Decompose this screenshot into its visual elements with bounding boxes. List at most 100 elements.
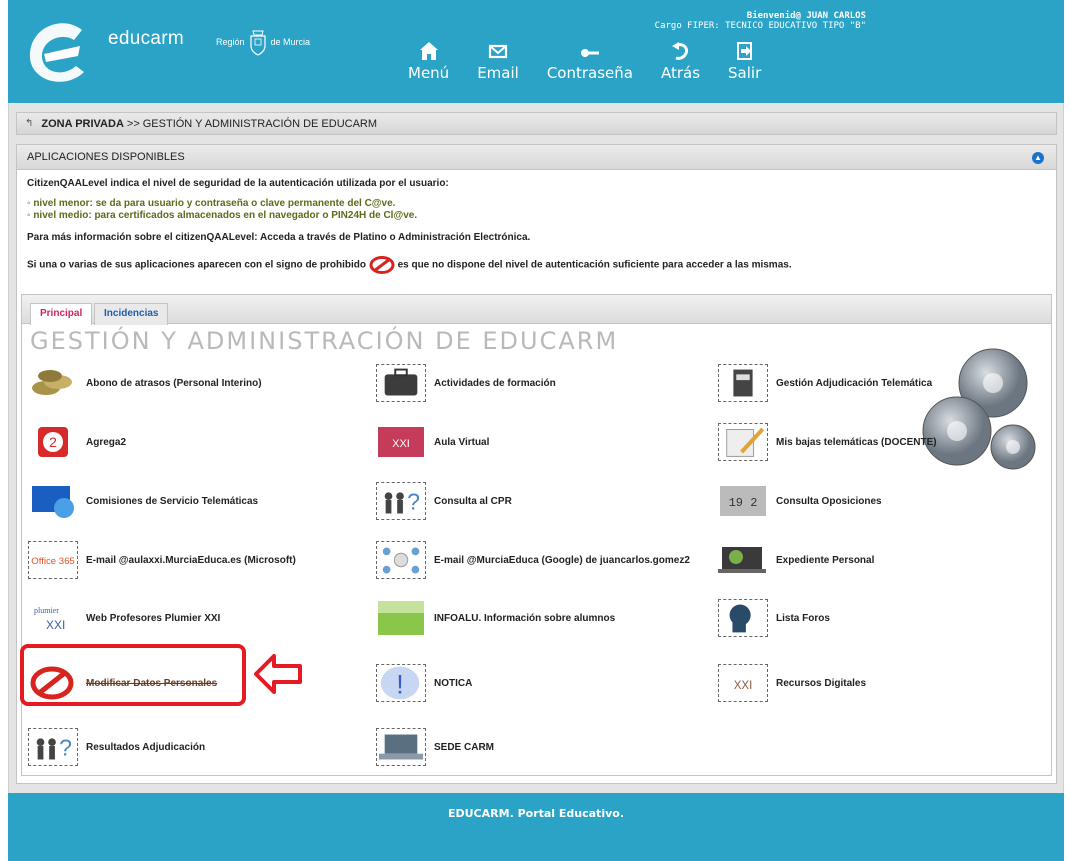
breadcrumb-back-icon[interactable]: ↰ (25, 118, 33, 129)
nav-menu-label: Menú (408, 64, 450, 82)
people-question-icon: ? (376, 482, 426, 520)
pencil-notes-icon (718, 423, 768, 461)
app-label: Recursos Digitales (776, 677, 867, 689)
breadcrumb-root[interactable]: ZONA PRIVADA (41, 118, 124, 130)
app-item[interactable]: Lista Foros (718, 598, 830, 638)
welcome-box: Bienvenid@ JUAN CARLOS Cargo FIPER: TECN… (655, 11, 866, 31)
app-item[interactable]: Comisiones de Servicio Telemáticas (28, 481, 258, 521)
app-item[interactable]: Abono de atrasos (Personal Interino) (28, 363, 262, 403)
grass-icon (376, 599, 426, 637)
app-item[interactable]: ? Consulta al CPR (376, 481, 512, 521)
agrega2-icon: 2 (28, 423, 78, 461)
svg-text:XXI: XXI (734, 680, 753, 692)
svg-text:Office 365: Office 365 (31, 556, 75, 567)
user-role: Cargo FIPER: TECNICO EDUCATIVO TIPO "B" (654, 21, 866, 31)
gears-icon (922, 348, 1036, 470)
app-item[interactable]: Mis bajas telemáticas (DOCENTE) (718, 422, 937, 462)
prohibited-icon (369, 256, 395, 274)
document-icon (718, 364, 768, 402)
nav-email-button[interactable]: Email (477, 40, 519, 92)
app-item[interactable]: ! NOTICA (376, 663, 472, 703)
app-item[interactable]: E-mail @MurciaEduca (Google) de juancarl… (376, 540, 690, 580)
logout-icon (736, 42, 752, 60)
app-item[interactable]: XXI Recursos Digitales (718, 663, 866, 703)
app-item[interactable]: SEDE CARM (376, 727, 494, 767)
app-label: Consulta al CPR (434, 495, 512, 507)
app-item[interactable]: Office 365 E-mail @aulaxxi.MurciaEduca.es… (28, 540, 296, 580)
plumier-icon: plumier XXI (28, 599, 78, 637)
region-left-text: Región (216, 37, 245, 47)
app-label: INFOALU. Información sobre alumnos (434, 612, 616, 624)
nav-back-button[interactable]: Atrás (661, 40, 700, 92)
header: educarm Región de Murcia Bienvenid@ JUAN… (8, 0, 1064, 103)
app-label: Comisiones de Servicio Telemáticas (86, 495, 259, 507)
app-item[interactable]: plumier XXI Web Profesores Plumier XXI (28, 598, 220, 638)
app-label: Gestión Adjudicación Telemática (776, 377, 933, 389)
region-right-text: de Murcia (270, 37, 311, 47)
app-label: Abono de atrasos (Personal Interino) (86, 377, 262, 389)
app-item[interactable]: Actividades de formación (376, 363, 556, 403)
people-question-icon: ? (28, 728, 78, 766)
briefcase-icon (376, 364, 426, 402)
exclamation-icon: ! (376, 664, 426, 702)
nav-password-label: Contraseña (546, 64, 633, 82)
info-line-1: CitizenQAALevel indica el nivel de segur… (27, 178, 449, 189)
svg-text:19 2: 19 2 (729, 496, 758, 510)
info-bullet-2: ◦ nivel medio: para certificados almacen… (27, 210, 418, 221)
nav-password-button[interactable]: Contraseña (547, 40, 633, 92)
region-logo: Región de Murcia (216, 28, 310, 56)
head-profile-icon (718, 599, 768, 637)
section-title: GESTIÓN Y ADMINISTRACIÓN DE EDUCARM (30, 327, 619, 355)
app-label: Aula Virtual (434, 436, 490, 448)
app-label: Actividades de formación (434, 377, 556, 389)
top-nav: Menú Email Contraseña Atrás Salir (408, 40, 789, 92)
tab-incidencias[interactable]: Incidencias (94, 303, 169, 325)
footer: EDUCARM. Portal Educativo. (8, 793, 1064, 861)
app-label: E-mail @aulaxxi.MurciaEduca.es (Microsof… (86, 554, 296, 566)
nav-menu-button[interactable]: Menú (408, 40, 449, 92)
app-label: Lista Foros (776, 612, 830, 624)
app-label: Expediente Personal (776, 554, 875, 566)
app-label: Resultados Adjudicación (86, 741, 206, 753)
nav-logout-label: Salir (728, 64, 762, 82)
app-item[interactable]: Expediente Personal (718, 540, 874, 580)
laptop-person-icon (718, 541, 768, 579)
nav-back-label: Atrás (660, 64, 701, 82)
tab-strip: Principal Incidencias (22, 295, 1051, 325)
aula-virtual-icon: XXI (376, 423, 426, 461)
info-line-2: Para más información sobre el citizenQAA… (27, 232, 531, 243)
sede-laptop-icon (376, 728, 426, 766)
collapse-icon[interactable]: ▲ (1032, 152, 1044, 164)
info-line-3a: Si una o varias de sus aplicaciones apar… (27, 259, 366, 271)
breadcrumb: ↰ ZONA PRIVADA >> GESTIÓN Y ADMINISTRACI… (16, 112, 1057, 135)
app-label: SEDE CARM (434, 741, 495, 753)
app-item[interactable]: 19 2 Consulta Oposiciones (718, 481, 882, 521)
home-icon (419, 42, 438, 60)
info-bullet-1-text: nivel menor: se da para usuario y contra… (33, 198, 396, 209)
app-item[interactable]: ? Resultados Adjudicación (28, 727, 205, 767)
coins-icon (28, 364, 78, 402)
breadcrumb-separator: >> (126, 117, 140, 130)
app-item[interactable]: XXI Aula Virtual (376, 422, 489, 462)
panel-header: APLICACIONES DISPONIBLES ▲ (17, 145, 1056, 170)
app-label: E-mail @MurciaEduca (Google) de juancarl… (434, 554, 690, 566)
key-icon (580, 49, 599, 57)
monitor-icon (28, 482, 78, 520)
nav-logout-button[interactable]: Salir (728, 40, 761, 92)
app-item[interactable]: 2 Agrega2 (28, 422, 126, 462)
info-line-3b: es que no dispone del nivel de autentica… (397, 259, 792, 271)
murcia-crest-icon (249, 30, 266, 56)
welcome-user: Bienvenid@ JUAN CARLOS (746, 11, 866, 21)
breadcrumb-current: GESTIÓN Y ADMINISTRACIÓN DE EDUCARM (142, 117, 378, 130)
panel-info: CitizenQAALevel indica el nivel de segur… (17, 170, 1056, 274)
app-item[interactable]: INFOALU. Información sobre alumnos (376, 598, 615, 638)
svg-text:?: ? (407, 489, 420, 515)
svg-text:XXI: XXI (46, 618, 65, 632)
app-item[interactable]: Gestión Adjudicación Telemática (718, 363, 932, 403)
highlight-box (20, 644, 246, 706)
nav-email-label: Email (477, 64, 519, 82)
svg-text:2: 2 (49, 434, 57, 450)
tab-principal[interactable]: Principal (30, 303, 93, 325)
educarm-logo-icon[interactable] (22, 16, 94, 88)
numbers-icon: 19 2 (718, 482, 768, 520)
